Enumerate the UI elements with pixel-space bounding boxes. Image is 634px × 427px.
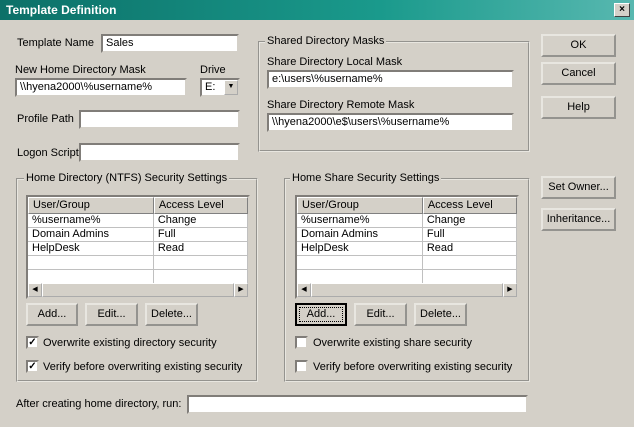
remote-mask-label: Share Directory Remote Mask — [267, 99, 415, 111]
cell: Read — [154, 242, 248, 255]
cell: %username% — [28, 214, 154, 227]
share-add-button[interactable]: Add... — [295, 303, 347, 326]
share-group-label: Home Share Security Settings — [290, 172, 442, 184]
cell: Read — [423, 242, 517, 255]
scroll-left-icon[interactable]: ◀ — [297, 283, 311, 297]
column-header[interactable]: User/Group — [297, 197, 423, 214]
scroll-right-icon[interactable]: ▶ — [234, 283, 248, 297]
column-header[interactable]: Access Level — [422, 197, 517, 214]
drive-select[interactable]: E: ▼ — [200, 78, 240, 97]
profile-path-input[interactable] — [79, 110, 240, 129]
ntfs-overwrite-checkbox[interactable]: ✓ — [26, 336, 39, 349]
local-mask-input[interactable]: e:\users\%username% — [267, 70, 514, 89]
ntfs-delete-button[interactable]: Delete... — [145, 303, 198, 326]
inheritance-button[interactable]: Inheritance... — [541, 208, 616, 231]
table-row[interactable]: %username% Change — [297, 214, 517, 228]
share-overwrite-label: Overwrite existing share security — [313, 337, 472, 349]
title-bar: Template Definition — [0, 0, 634, 20]
cell: Domain Admins — [28, 228, 154, 241]
window-title: Template Definition — [6, 3, 117, 17]
share-overwrite-checkbox[interactable] — [295, 336, 308, 349]
scroll-right-icon[interactable]: ▶ — [503, 283, 517, 297]
table-row[interactable]: Domain Admins Full — [297, 228, 517, 242]
drive-label: Drive — [200, 64, 226, 76]
share-verify-label: Verify before overwriting existing secur… — [313, 361, 513, 373]
cell: Change — [423, 214, 517, 227]
cell: Full — [154, 228, 248, 241]
scroll-left-icon[interactable]: ◀ — [28, 283, 42, 297]
set-owner-button[interactable]: Set Owner... — [541, 176, 616, 199]
template-name-input[interactable]: Sales — [101, 34, 239, 53]
cell: Change — [154, 214, 248, 227]
table-row[interactable]: HelpDesk Read — [297, 242, 517, 256]
logon-script-input[interactable] — [79, 143, 240, 162]
remote-mask-input[interactable]: \\hyena2000\e$\users\%username% — [267, 113, 514, 132]
ntfs-edit-button[interactable]: Edit... — [85, 303, 138, 326]
cell: Domain Admins — [297, 228, 423, 241]
chevron-down-icon[interactable]: ▼ — [224, 80, 238, 95]
shared-masks-label: Shared Directory Masks — [265, 35, 387, 47]
after-run-input[interactable] — [187, 395, 528, 414]
ntfs-group-label: Home Directory (NTFS) Security Settings — [24, 172, 230, 184]
table-row[interactable]: HelpDesk Read — [28, 242, 248, 256]
cancel-button[interactable]: Cancel — [541, 62, 616, 85]
cell: HelpDesk — [297, 242, 423, 255]
cell: Full — [423, 228, 517, 241]
help-button[interactable]: Help — [541, 96, 616, 119]
local-mask-label: Share Directory Local Mask — [267, 56, 403, 68]
share-delete-button[interactable]: Delete... — [414, 303, 467, 326]
home-mask-label: New Home Directory Mask — [15, 64, 146, 76]
home-mask-input[interactable]: \\hyena2000\%username% — [15, 78, 187, 97]
cell: HelpDesk — [28, 242, 154, 255]
ntfs-verify-checkbox[interactable]: ✓ — [26, 360, 39, 373]
drive-value: E: — [205, 81, 216, 93]
ntfs-verify-label: Verify before overwriting existing secur… — [43, 361, 243, 373]
ok-button[interactable]: OK — [541, 34, 616, 57]
table-row[interactable]: %username% Change — [28, 214, 248, 228]
ntfs-overwrite-label: Overwrite existing directory security — [43, 337, 217, 349]
share-verify-checkbox[interactable] — [295, 360, 308, 373]
column-header[interactable]: User/Group — [28, 197, 154, 214]
ntfs-add-button[interactable]: Add... — [26, 303, 78, 326]
profile-path-label: Profile Path — [17, 113, 74, 125]
template-name-label: Template Name — [17, 37, 95, 49]
share-edit-button[interactable]: Edit... — [354, 303, 407, 326]
close-button[interactable]: × — [614, 3, 630, 17]
column-header[interactable]: Access Level — [153, 197, 248, 214]
table-row[interactable]: Domain Admins Full — [28, 228, 248, 242]
ntfs-list[interactable]: User/Group Access Level %username% Change … — [26, 195, 250, 299]
horizontal-scrollbar[interactable]: ◀ ▶ — [28, 283, 248, 297]
logon-script-label: Logon Script — [17, 147, 79, 159]
cell: %username% — [297, 214, 423, 227]
horizontal-scrollbar[interactable]: ◀ ▶ — [297, 283, 517, 297]
share-list[interactable]: User/Group Access Level %username% Change … — [295, 195, 519, 299]
after-run-label: After creating home directory, run: — [16, 398, 182, 410]
